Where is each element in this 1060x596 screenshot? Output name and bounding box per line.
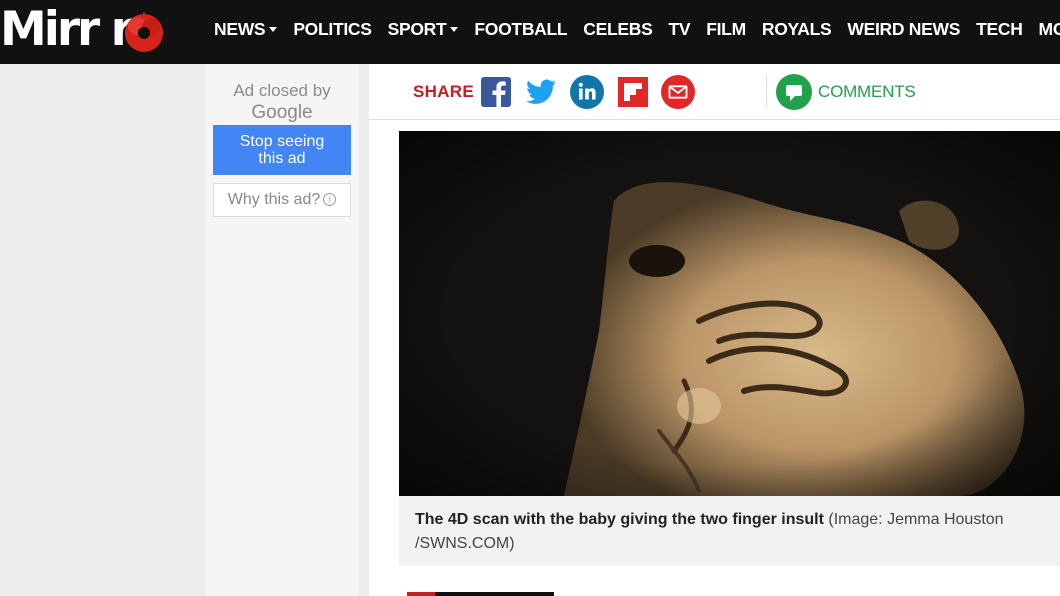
article-photo[interactable] (399, 131, 1060, 496)
facebook-icon (481, 77, 511, 107)
nav-football[interactable]: FOOTBALL (474, 18, 567, 40)
nav-weird-news[interactable]: WEIRD NEWS (847, 18, 960, 40)
nav-film[interactable]: FILM (706, 18, 746, 40)
comments-link[interactable]: COMMENTS (775, 73, 916, 111)
stop-seeing-ad-button[interactable]: Stop seeing this ad (213, 125, 351, 175)
nav-royals[interactable]: ROYALS (762, 18, 832, 40)
main-nav: NEWS POLITICS SPORT FOOTBALL CELEBS TV F… (214, 18, 1060, 40)
caption-main: The 4D scan with the baby giving the two… (415, 511, 824, 528)
ultrasound-scan-image (399, 131, 1060, 496)
why-label: Why this ad? (227, 191, 321, 208)
poppy-icon (125, 11, 163, 52)
nav-tv[interactable]: TV (668, 18, 690, 40)
stop-line1: Stop seeing (239, 133, 325, 150)
nav-tech[interactable]: TECH (976, 18, 1023, 40)
chevron-down-icon (269, 26, 278, 32)
linkedin-share-button[interactable] (570, 75, 604, 109)
comment-bubble-icon (776, 74, 812, 110)
comments-label: COMMENTS (818, 82, 916, 101)
ad-panel: Ad closed by Google Stop seeing this ad … (205, 64, 359, 596)
flipboard-share-button[interactable] (616, 75, 650, 109)
photo-caption: The 4D scan with the baby giving the two… (399, 496, 1060, 566)
why-this-ad-button[interactable]: Why this ad? i (213, 183, 351, 217)
mirror-logo[interactable]: Mirr r (0, 2, 134, 58)
stop-line2: this ad (258, 150, 306, 167)
logo-text: Mirr r (0, 2, 134, 57)
share-divider (766, 75, 767, 107)
caption-text: The 4D scan with the baby giving the two… (415, 508, 1060, 556)
email-share-button[interactable] (661, 75, 695, 109)
nav-money[interactable]: MONEY (1039, 18, 1060, 40)
email-icon (661, 75, 695, 109)
ad-closed-notice: Ad closed by Google (205, 80, 359, 124)
twitter-share-button[interactable] (524, 75, 558, 109)
caption-credit: (Image: Jemma Houston (828, 511, 1004, 528)
column-gap (359, 64, 369, 596)
info-icon: i (323, 193, 337, 207)
caption-credit-line2: /SWNS.COM) (415, 535, 515, 552)
site-header: Mirr r NEWS POLITICS SPORT FOOTBALL CELE… (0, 0, 1060, 64)
chevron-down-icon (450, 26, 459, 32)
article-main: SHARE COMMENTS The 4D scan with the baby… (369, 64, 1060, 596)
twitter-icon (526, 79, 556, 104)
linkedin-icon (570, 75, 604, 109)
share-bar: SHARE COMMENTS (369, 64, 1060, 120)
flipboard-icon (618, 77, 648, 107)
nav-celebs[interactable]: CELEBS (583, 18, 652, 40)
left-gutter (0, 64, 205, 596)
nav-news[interactable]: NEWS (214, 18, 278, 40)
facebook-share-button[interactable] (479, 75, 513, 109)
nav-politics[interactable]: POLITICS (293, 18, 372, 40)
ad-closed-line1: Ad closed by (233, 81, 331, 100)
nav-sport[interactable]: SPORT (388, 18, 459, 40)
ad-closed-google: Google (251, 102, 313, 123)
share-label: SHARE (413, 82, 475, 101)
section-bar-accent (407, 592, 435, 596)
